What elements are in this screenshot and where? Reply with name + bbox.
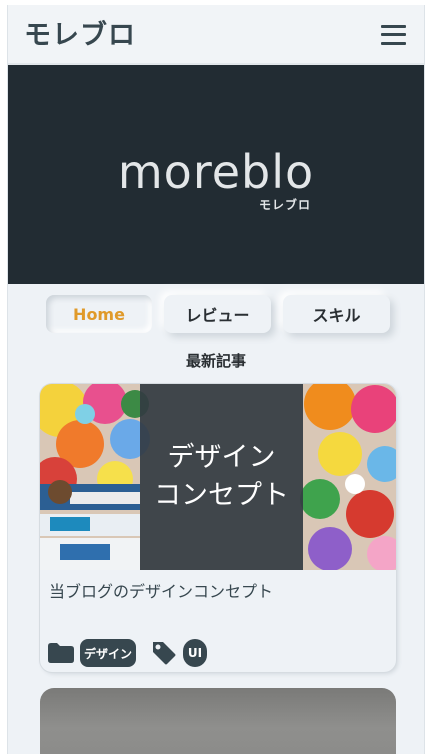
nav-skill-label: スキル [312, 306, 361, 325]
post-card-next[interactable] [40, 688, 396, 754]
post-title[interactable]: 当ブログのデザインコンセプト [49, 578, 389, 602]
tag-badge[interactable]: UI [183, 639, 207, 667]
nav-review-button[interactable]: レビュー [164, 295, 271, 333]
nav-home-button[interactable]: Home [46, 295, 152, 333]
hamburger-line [381, 33, 406, 36]
hero-logo-text: moreblo [117, 145, 315, 199]
site-logo[interactable]: モレブロ [24, 13, 136, 52]
post-card[interactable]: デザイン コンセプト 当ブログのデザインコンセプト デザイン UI [40, 384, 396, 672]
nav-home-label: Home [73, 304, 125, 324]
nav-tabs: Home レビュー スキル [8, 295, 424, 339]
hamburger-line [381, 25, 406, 28]
page-frame: モレブロ moreblo モレブロ Home レビュー スキル 最新記事 デザイ… [7, 5, 425, 754]
folder-icon [48, 643, 74, 663]
site-header: モレブロ [8, 5, 424, 65]
category-badge[interactable]: デザイン [80, 639, 136, 667]
tag-icon [153, 642, 176, 665]
hero-logo-subtext: モレブロ [259, 198, 312, 212]
hamburger-line [381, 42, 406, 45]
hamburger-menu-icon[interactable] [381, 25, 406, 45]
hero-banner: moreblo モレブロ [8, 65, 424, 284]
post-thumbnail[interactable]: デザイン コンセプト [40, 384, 396, 570]
thumbnail-caption: デザイン コンセプト [140, 439, 303, 515]
nav-skill-button[interactable]: スキル [283, 295, 390, 333]
latest-posts-heading: 最新記事 [185, 352, 246, 370]
thumbnail-caption-line2: コンセプト [154, 480, 289, 511]
thumbnail-caption-line1: デザイン [167, 442, 276, 473]
nav-review-label: レビュー [185, 306, 250, 325]
